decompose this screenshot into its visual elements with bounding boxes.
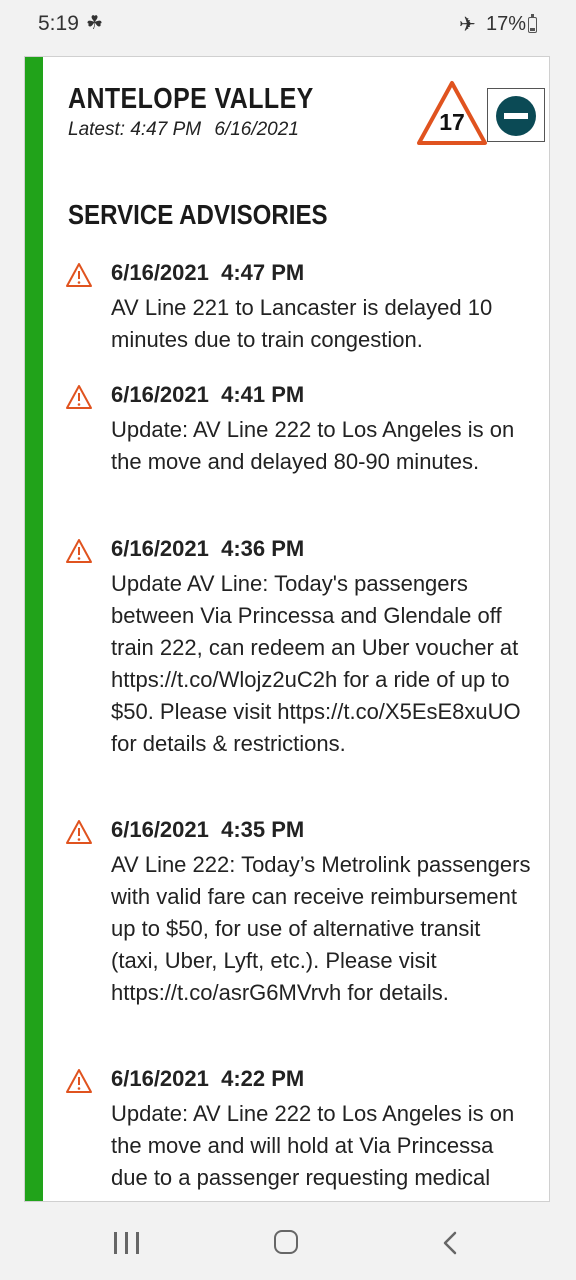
latest-date: 6/16/2021: [214, 119, 299, 140]
collapse-button[interactable]: [487, 88, 545, 142]
warning-icon: [66, 385, 92, 409]
advisory-message: AV Line 221 to Lancaster is delayed 10 m…: [111, 295, 493, 352]
advisory-message: Update: AV Line 222 to Los Angeles is on…: [111, 1101, 515, 1201]
battery-percentage: 17%: [486, 13, 527, 35]
system-navigation-bar: [0, 1202, 576, 1280]
line-color-accent: [25, 57, 43, 1201]
warning-icon: [66, 1069, 92, 1093]
advisory-timestamp: 6/16/2021 4:36 PM: [111, 536, 305, 561]
recent-apps-icon[interactable]: [114, 1232, 140, 1254]
advisory-timestamp: 6/16/2021 4:41 PM: [111, 382, 305, 407]
minus-circle-icon: [496, 96, 536, 136]
latest-update: Latest: 4:47 PM 6/16/2021: [68, 119, 307, 141]
advisory-timestamp: 6/16/2021 4:22 PM: [111, 1066, 305, 1091]
warning-icon: [66, 263, 92, 287]
advisory-timestamp: 6/16/2021 4:47 PM: [111, 260, 305, 285]
app-notification-icon: ☘: [86, 13, 104, 34]
latest-time: Latest: 4:47 PM: [68, 119, 202, 140]
line-status-card: ANTELOPE VALLEY Latest: 4:47 PM 6/16/202…: [24, 56, 550, 1202]
advisory-timestamp: 6/16/2021 4:35 PM: [111, 817, 305, 842]
warning-icon: [66, 539, 92, 563]
status-time: 5:19: [38, 12, 79, 35]
warning-icon: [66, 820, 92, 844]
line-title: ANTELOPE VALLEY: [68, 83, 314, 115]
advisory-message: AV Line 222: Today’s Metrolink passenger…: [111, 852, 531, 1005]
advisory-message: Update AV Line: Today's passengers betwe…: [111, 571, 521, 756]
advisory-message: Update: AV Line 222 to Los Angeles is on…: [111, 417, 515, 474]
alert-count: 17: [439, 109, 465, 135]
status-bar: 5:19 ☘ ✈ 17%: [0, 0, 576, 48]
battery-icon: [528, 14, 537, 33]
section-title: SERVICE ADVISORIES: [68, 199, 328, 230]
alert-count-badge[interactable]: 17: [415, 79, 489, 147]
home-icon[interactable]: [274, 1230, 298, 1254]
airplane-mode-icon: ✈: [459, 14, 476, 36]
back-icon[interactable]: [440, 1230, 462, 1256]
